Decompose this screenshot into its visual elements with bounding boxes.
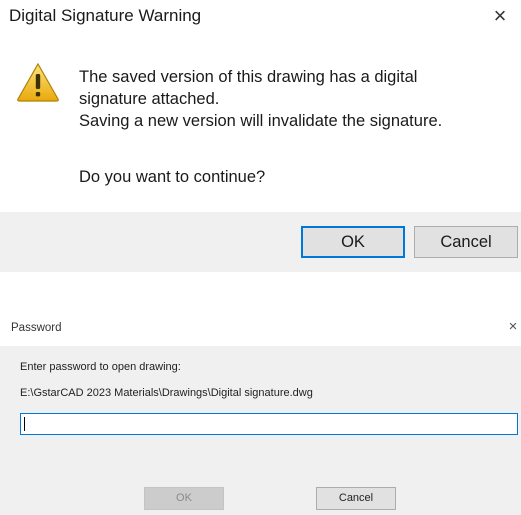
- password-dialog-body: Enter password to open drawing: E:\Gstar…: [0, 346, 521, 515]
- password-input[interactable]: [20, 413, 518, 435]
- text-caret: [24, 417, 25, 431]
- close-icon[interactable]: ×: [488, 4, 512, 28]
- message-line: The saved version of this drawing has a …: [79, 68, 418, 86]
- confirm-question: Do you want to continue?: [79, 168, 266, 186]
- password-prompt: Enter password to open drawing:: [20, 361, 181, 373]
- message-line: Saving a new version will invalidate the…: [79, 112, 443, 130]
- dialog-title: Password: [11, 322, 62, 334]
- cancel-button[interactable]: Cancel: [414, 226, 518, 258]
- ok-button-disabled[interactable]: OK: [144, 487, 224, 510]
- cancel-button[interactable]: Cancel: [316, 487, 396, 510]
- file-path: E:\GstarCAD 2023 Materials\Drawings\Digi…: [20, 387, 313, 399]
- dialog-title: Digital Signature Warning: [9, 6, 202, 25]
- warning-triangle-icon: [17, 62, 59, 102]
- close-icon[interactable]: ×: [505, 318, 521, 336]
- dialog-footer: OK Cancel: [0, 212, 521, 272]
- digital-signature-warning-dialog: Digital Signature Warning × The saved ve…: [0, 0, 521, 272]
- message-line: signature attached.: [79, 90, 220, 108]
- ok-button[interactable]: OK: [301, 226, 405, 258]
- password-dialog: Password × Enter password to open drawin…: [0, 308, 521, 515]
- warning-message: The saved version of this drawing has a …: [79, 66, 509, 132]
